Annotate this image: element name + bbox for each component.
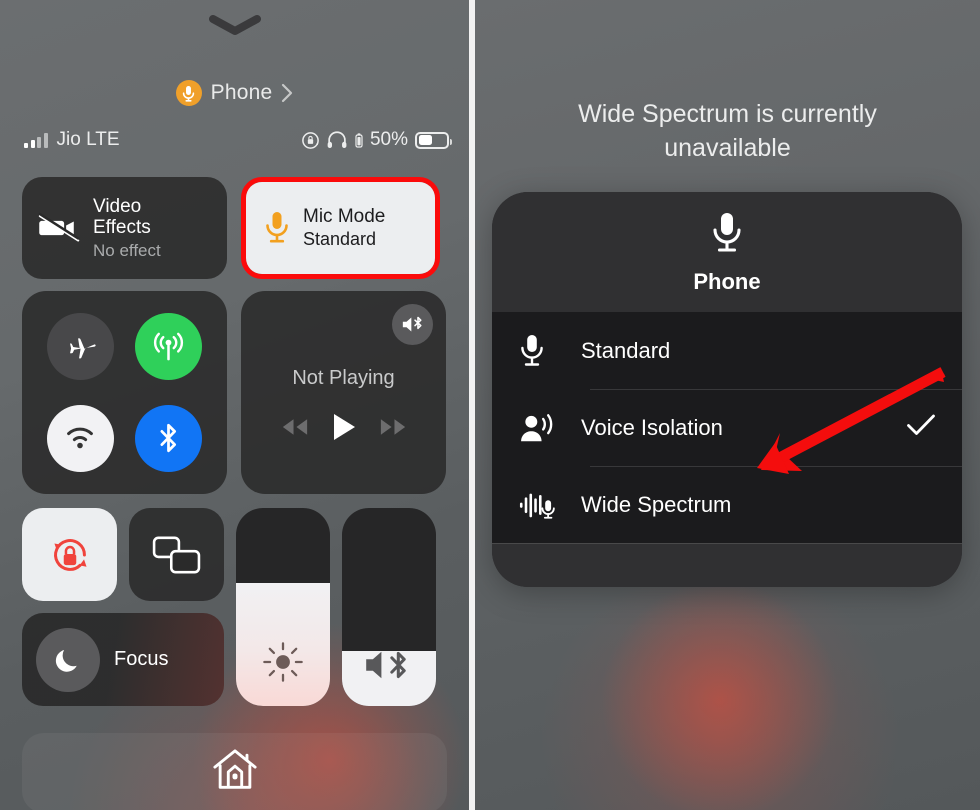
mic-mode-card[interactable]: Mic Mode Standard	[246, 182, 435, 274]
mic-mode-sheet-header: Phone	[492, 192, 962, 312]
connectivity-media-row: Not Playing	[22, 291, 447, 494]
wifi-icon	[67, 427, 94, 449]
carrier-label: Jio LTE	[56, 129, 120, 150]
chevron-down-icon	[208, 15, 261, 35]
connectivity-module	[22, 291, 227, 494]
option-label: Wide Spectrum	[581, 491, 732, 517]
video-effects-card[interactable]: Video Effects No effect	[22, 177, 227, 279]
person-voice-icon	[519, 411, 581, 445]
controls-row: Focus	[22, 508, 447, 706]
sun-icon	[236, 640, 330, 684]
mic-mode-options-list: Standard Voice Isolation Wide Spectrum	[492, 312, 962, 543]
effects-row: Video Effects No effect Mic Mode Standar…	[22, 177, 447, 279]
rewind-icon[interactable]	[278, 416, 311, 438]
video-effects-subtitle: No effect	[93, 240, 161, 260]
cellular-antenna-icon	[154, 332, 184, 361]
microphone-icon	[713, 212, 741, 252]
headphones-icon	[327, 131, 347, 149]
chevron-right-icon	[282, 83, 293, 103]
screen-mirroring-toggle[interactable]	[129, 508, 224, 601]
rotation-lock-icon	[302, 131, 319, 149]
speaker-bluetooth-icon	[342, 646, 436, 684]
grabber-handle[interactable]	[0, 14, 469, 36]
video-effects-title-line1: Video	[93, 195, 142, 217]
now-playing-status: Not Playing	[292, 367, 395, 389]
play-icon[interactable]	[331, 412, 357, 442]
waveform-microphone-icon	[519, 488, 581, 522]
rotation-lock-icon	[53, 538, 87, 571]
wifi-toggle[interactable]	[46, 404, 114, 472]
airplay-audio-bluetooth-icon	[402, 316, 422, 332]
mic-mode-option-standard[interactable]: Standard	[492, 312, 962, 389]
now-playing-module: Not Playing	[241, 291, 446, 494]
active-call-indicator[interactable]: Phone	[0, 80, 469, 106]
cellular-signal-icon	[24, 132, 48, 148]
selected-checkmark-icon	[906, 413, 936, 442]
mic-mode-sheet-title: Phone	[693, 268, 761, 294]
microphone-icon	[175, 80, 202, 106]
mic-mode-highlight: Mic Mode Standard	[241, 177, 440, 279]
audio-route-button[interactable]	[392, 304, 433, 345]
option-label: Standard	[581, 337, 671, 363]
screenshot-root: Phone Jio LTE 50% Video Effects No effec…	[0, 0, 980, 810]
control-center-panel: Phone Jio LTE 50% Video Effects No effec…	[0, 0, 469, 810]
airplane-icon	[69, 338, 96, 359]
mic-mode-subtitle: Standard	[303, 229, 377, 250]
home-tile[interactable]	[22, 733, 447, 810]
battery-percent-label: 50%	[369, 129, 408, 150]
microphone-icon	[266, 212, 288, 243]
bluetooth-toggle[interactable]	[135, 404, 203, 472]
focus-label: Focus	[114, 648, 169, 670]
screen-mirroring-icon	[152, 536, 200, 573]
headphone-battery-icon	[355, 132, 363, 148]
fast-forward-icon[interactable]	[377, 416, 410, 438]
unavailable-banner: Wide Spectrum is currently unavailable	[578, 100, 877, 162]
mic-mode-title: Mic Mode	[303, 205, 386, 227]
video-effects-title-line2: Effects	[93, 217, 151, 239]
microphone-icon	[519, 333, 581, 369]
active-call-app-name: Phone	[210, 81, 273, 104]
cellular-data-toggle[interactable]	[135, 313, 203, 381]
video-slash-icon	[38, 212, 80, 242]
bluetooth-icon	[160, 424, 177, 453]
home-icon	[212, 749, 257, 789]
rotation-lock-toggle[interactable]	[22, 508, 117, 601]
mic-mode-sheet: Phone Standard Voice Isolation Wide Spec…	[492, 192, 962, 587]
moon-icon	[36, 627, 100, 692]
mic-mode-picker-panel: Wide Spectrum is currently unavailable P…	[475, 0, 980, 810]
focus-toggle[interactable]: Focus	[22, 613, 224, 706]
sheet-footer	[492, 543, 962, 587]
mic-mode-option-voice-isolation[interactable]: Voice Isolation	[492, 389, 962, 466]
mic-mode-option-wide-spectrum[interactable]: Wide Spectrum	[492, 466, 962, 543]
battery-icon	[415, 131, 452, 149]
brightness-slider[interactable]	[236, 508, 330, 706]
airplane-mode-toggle[interactable]	[46, 313, 114, 381]
option-label: Voice Isolation	[581, 414, 723, 440]
status-bar: Jio LTE 50%	[24, 129, 452, 151]
volume-slider[interactable]	[342, 508, 436, 706]
